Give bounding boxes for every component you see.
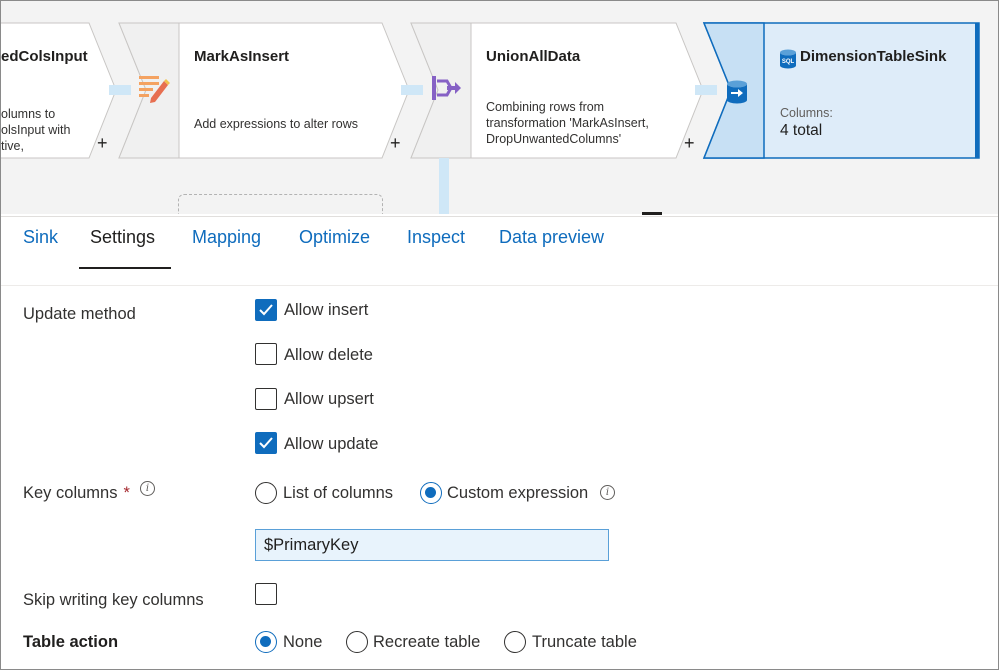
- allow-insert-label: Allow insert: [284, 301, 369, 319]
- list-of-columns-label: List of columns: [283, 484, 394, 502]
- custom-expression-radio[interactable]: [420, 482, 442, 504]
- window-frame: edColsInput olumns to olsInput with tive…: [0, 0, 999, 670]
- table-action-label: Table action: [23, 633, 119, 651]
- table-action-none-label: None: [283, 633, 323, 651]
- node-desc-line: tive,: [1, 139, 24, 153]
- checkmark-icon: [259, 304, 273, 316]
- tab-mapping[interactable]: Mapping: [192, 227, 261, 248]
- custom-expression-input[interactable]: [255, 529, 609, 561]
- node-mark-as-insert[interactable]: MarkAsInsert Add expressions to alter ro…: [118, 22, 410, 159]
- node-union-all-data[interactable]: UnionAllData Combining rows from transfo…: [410, 22, 704, 159]
- list-of-columns-radio[interactable]: [255, 482, 277, 504]
- panel-divider: [1, 216, 998, 217]
- alter-row-icon: [137, 71, 171, 110]
- drop-placeholder: [178, 194, 383, 214]
- node-title: DimensionTableSink: [800, 48, 947, 65]
- add-transform-button[interactable]: +: [684, 133, 695, 154]
- add-transform-button[interactable]: +: [97, 133, 108, 154]
- add-transform-button[interactable]: +: [390, 133, 401, 154]
- info-icon[interactable]: i: [140, 481, 155, 496]
- tab-optimize[interactable]: Optimize: [299, 227, 370, 248]
- node-desc-line: transformation 'MarkAsInsert,: [486, 116, 649, 130]
- sql-database-icon: SQL: [779, 49, 797, 74]
- checkmark-icon: [259, 437, 273, 449]
- node-title: edColsInput: [1, 48, 88, 65]
- skip-writing-key-columns-checkbox[interactable]: [255, 583, 277, 605]
- allow-update-checkbox[interactable]: [255, 432, 277, 454]
- skip-writing-key-columns-label: Skip writing key columns: [23, 591, 204, 609]
- node-desc-line: olsInput with: [1, 123, 71, 137]
- allow-delete-checkbox[interactable]: [255, 343, 277, 365]
- columns-label: Columns:: [780, 106, 833, 120]
- allow-upsert-checkbox[interactable]: [255, 388, 277, 410]
- key-columns-label: Key columns *: [23, 484, 130, 503]
- tab-data-preview[interactable]: Data preview: [499, 227, 604, 248]
- node-title: UnionAllData: [486, 48, 581, 65]
- dataflow-canvas[interactable]: edColsInput olumns to olsInput with tive…: [1, 1, 998, 214]
- info-icon[interactable]: i: [600, 485, 615, 500]
- custom-expression-label: Custom expression: [447, 484, 589, 502]
- sink-icon: [726, 80, 748, 109]
- sql-badge: SQL: [782, 59, 795, 65]
- table-action-none-radio[interactable]: [255, 631, 277, 653]
- tab-inspect[interactable]: Inspect: [407, 227, 465, 248]
- columns-value: 4 total: [780, 122, 823, 139]
- settings-tabs: Sink Settings Mapping Optimize Inspect D…: [1, 227, 998, 271]
- update-method-label: Update method: [23, 305, 136, 323]
- table-action-truncate-radio[interactable]: [504, 631, 526, 653]
- active-tab-indicator: [79, 267, 171, 269]
- allow-insert-checkbox[interactable]: [255, 299, 277, 321]
- allow-delete-label: Allow delete: [284, 346, 373, 364]
- node-dimension-table-sink[interactable]: SQL DimensionTableSink Columns: 4 total: [702, 22, 994, 159]
- tab-sink[interactable]: Sink: [23, 227, 58, 248]
- allow-update-label: Allow update: [284, 435, 379, 453]
- node-title: MarkAsInsert: [194, 48, 290, 65]
- key-columns-text: Key columns: [23, 484, 118, 502]
- required-marker: *: [123, 484, 130, 502]
- node-select-columns[interactable]: edColsInput olumns to olsInput with tive…: [1, 22, 117, 159]
- node-desc-line: DropUnwantedColumns': [486, 132, 622, 146]
- node-desc-line: Add expressions to alter rows: [194, 117, 358, 131]
- allow-upsert-label: Allow upsert: [284, 390, 374, 408]
- table-action-recreate-radio[interactable]: [346, 631, 368, 653]
- table-action-recreate-label: Recreate table: [373, 633, 481, 651]
- tab-settings[interactable]: Settings: [90, 227, 155, 248]
- union-icon: [431, 75, 461, 106]
- panel-resize-handle[interactable]: [642, 212, 662, 215]
- tabs-divider: [1, 285, 998, 286]
- node-desc-line: olumns to: [1, 107, 56, 121]
- table-action-truncate-label: Truncate table: [532, 633, 637, 651]
- node-desc-line: Combining rows from: [486, 100, 605, 114]
- connector-line-vertical: [439, 158, 449, 214]
